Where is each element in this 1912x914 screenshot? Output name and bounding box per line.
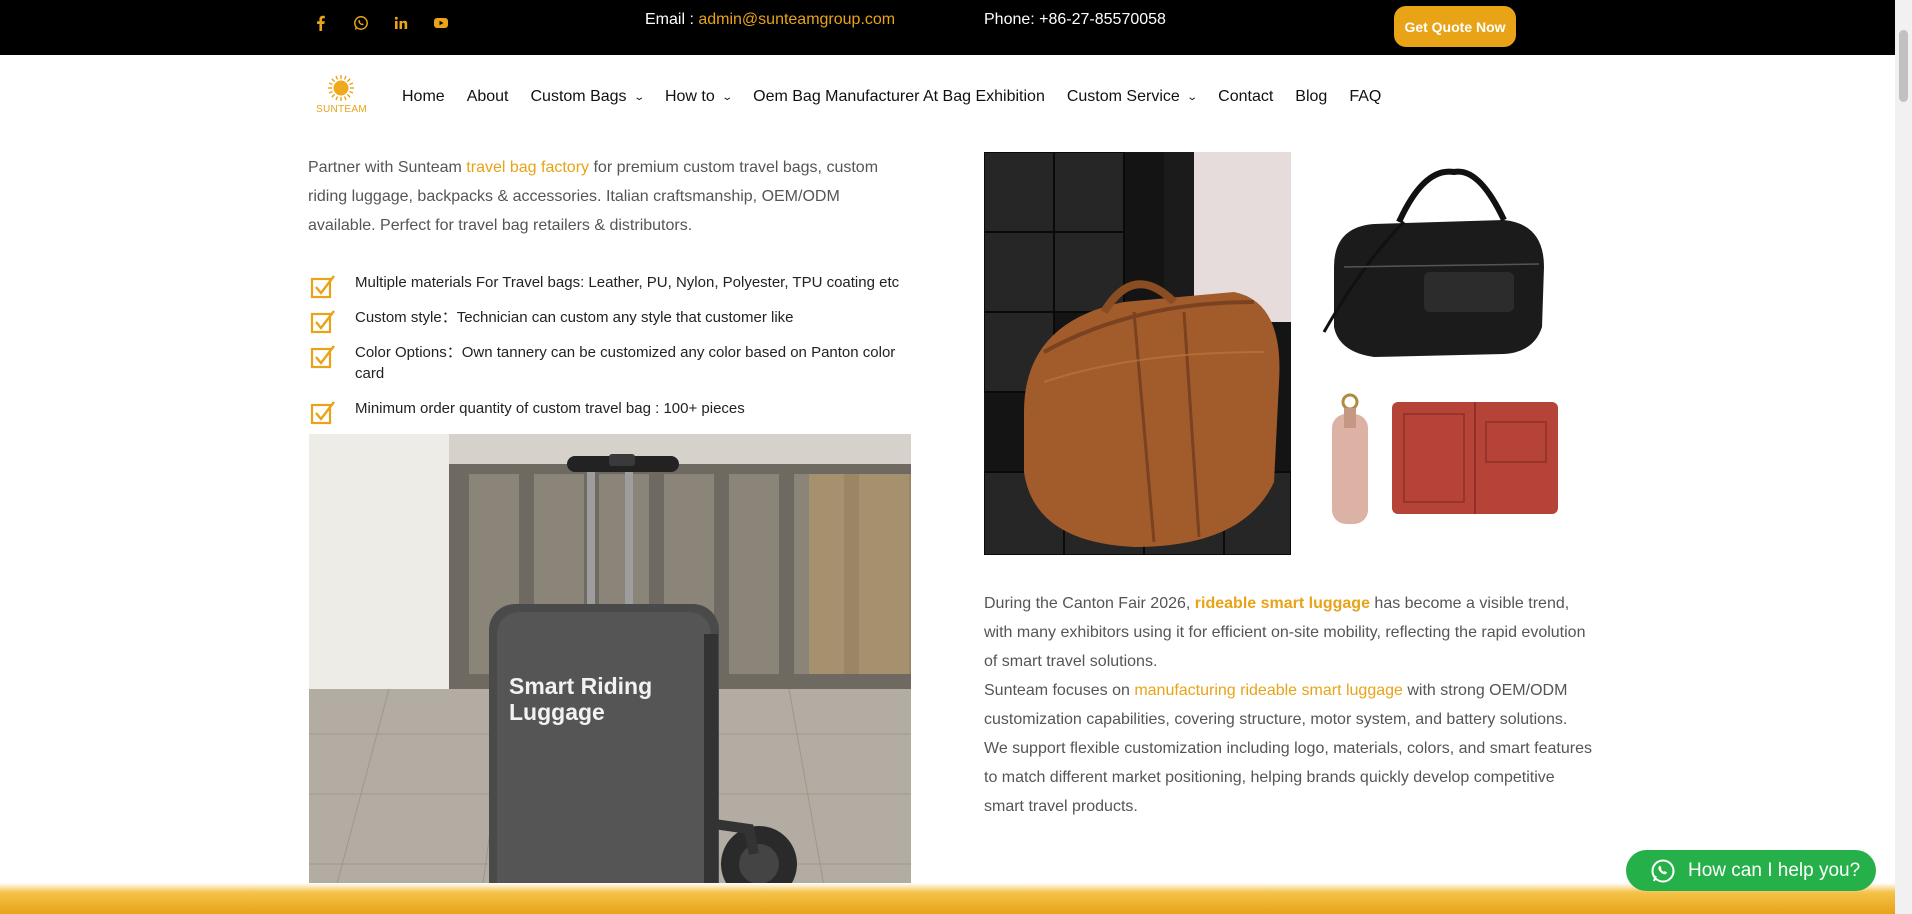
chevron-down-icon: ⌄ bbox=[1186, 91, 1198, 103]
manufacturing-rideable-luggage-link[interactable]: manufacturing rideable smart luggage bbox=[1134, 682, 1403, 699]
nav-menu: Home About Custom Bags ⌄ How to ⌄ Oem Bag … bbox=[402, 88, 1403, 106]
list-item: Color Options：Own tannery can be customi… bbox=[310, 342, 910, 384]
list-item: Minimum order quantity of custom travel … bbox=[310, 398, 745, 425]
leather-duffel-photo bbox=[984, 152, 1291, 555]
main-nav: SUNTEAM Home About Custom Bags ⌄ How to ⌄ … bbox=[0, 55, 1912, 141]
nav-item-custom-service[interactable]: Custom Service ⌄ bbox=[1067, 88, 1198, 106]
luggage-label: Smart Riding bbox=[509, 673, 652, 699]
logo-text: SUNTEAM bbox=[316, 104, 367, 115]
email-link[interactable]: admin@sunteamgroup.com bbox=[698, 11, 895, 28]
nav-item-how-to[interactable]: How to ⌄ bbox=[665, 88, 733, 106]
luggage-label: Luggage bbox=[509, 699, 605, 725]
product-cutouts bbox=[1304, 152, 1584, 556]
nav-item-faq[interactable]: FAQ bbox=[1349, 88, 1381, 106]
scrollbar-thumb[interactable] bbox=[1899, 30, 1908, 102]
page-scrollbar[interactable] bbox=[1895, 0, 1912, 914]
nav-item-custom-bags[interactable]: Custom Bags ⌄ bbox=[531, 88, 645, 106]
sun-icon bbox=[328, 75, 354, 101]
whatsapp-chat-button[interactable]: How can I help you? bbox=[1626, 850, 1876, 891]
nav-item-about[interactable]: About bbox=[467, 88, 509, 106]
chevron-down-icon: ⌄ bbox=[632, 91, 645, 103]
bottom-accent-band bbox=[0, 883, 1912, 914]
rideable-smart-luggage-link[interactable]: rideable smart luggage bbox=[1195, 595, 1370, 612]
description-paragraph-2: Sunteam focuses on manufacturing rideabl… bbox=[984, 682, 1592, 815]
nav-item-contact[interactable]: Contact bbox=[1218, 88, 1273, 106]
checkbox-check-icon bbox=[310, 310, 335, 334]
top-bar: Email : admin@sunteamgroup.com Phone: +8… bbox=[0, 0, 1912, 55]
chat-label: How can I help you? bbox=[1688, 859, 1861, 881]
email-label: Email : bbox=[645, 11, 699, 28]
smart-riding-luggage-image: Smart Riding Luggage bbox=[309, 434, 911, 914]
checkbox-check-icon bbox=[310, 401, 335, 425]
topbar-email: Email : admin@sunteamgroup.com bbox=[645, 11, 895, 29]
facebook-icon[interactable] bbox=[308, 13, 334, 33]
list-item: Multiple materials For Travel bags: Leat… bbox=[310, 272, 899, 299]
linkedin-icon[interactable] bbox=[388, 13, 414, 33]
nav-item-blog[interactable]: Blog bbox=[1295, 88, 1327, 106]
description-paragraph-1: During the Canton Fair 2026, rideable sm… bbox=[984, 595, 1586, 670]
list-item: Custom style：Technician can custom any s… bbox=[310, 307, 794, 334]
travel-bag-factory-link[interactable]: travel bag factory bbox=[466, 159, 589, 176]
sunteam-logo[interactable]: SUNTEAM bbox=[316, 75, 367, 121]
whatsapp-icon bbox=[1651, 859, 1675, 882]
canton-fair-description: During the Canton Fair 2026, rideable sm… bbox=[984, 589, 1594, 821]
chevron-down-icon: ⌄ bbox=[721, 91, 733, 103]
get-quote-button[interactable]: Get Quote Now bbox=[1394, 6, 1516, 47]
whatsapp-icon[interactable] bbox=[348, 13, 374, 33]
checkbox-check-icon bbox=[310, 345, 335, 369]
intro-paragraph: Partner with Sunteam travel bag factory … bbox=[308, 159, 879, 234]
nav-item-home[interactable]: Home bbox=[402, 88, 445, 106]
youtube-icon[interactable] bbox=[428, 13, 454, 33]
product-collage bbox=[984, 152, 1584, 556]
nav-item-oem-exhibition[interactable]: Oem Bag Manufacturer At Bag Exhibition bbox=[753, 88, 1045, 106]
social-links bbox=[308, 13, 468, 33]
checkbox-check-icon bbox=[310, 275, 335, 299]
topbar-phone: Phone: +86-27-85570058 bbox=[984, 11, 1166, 28]
